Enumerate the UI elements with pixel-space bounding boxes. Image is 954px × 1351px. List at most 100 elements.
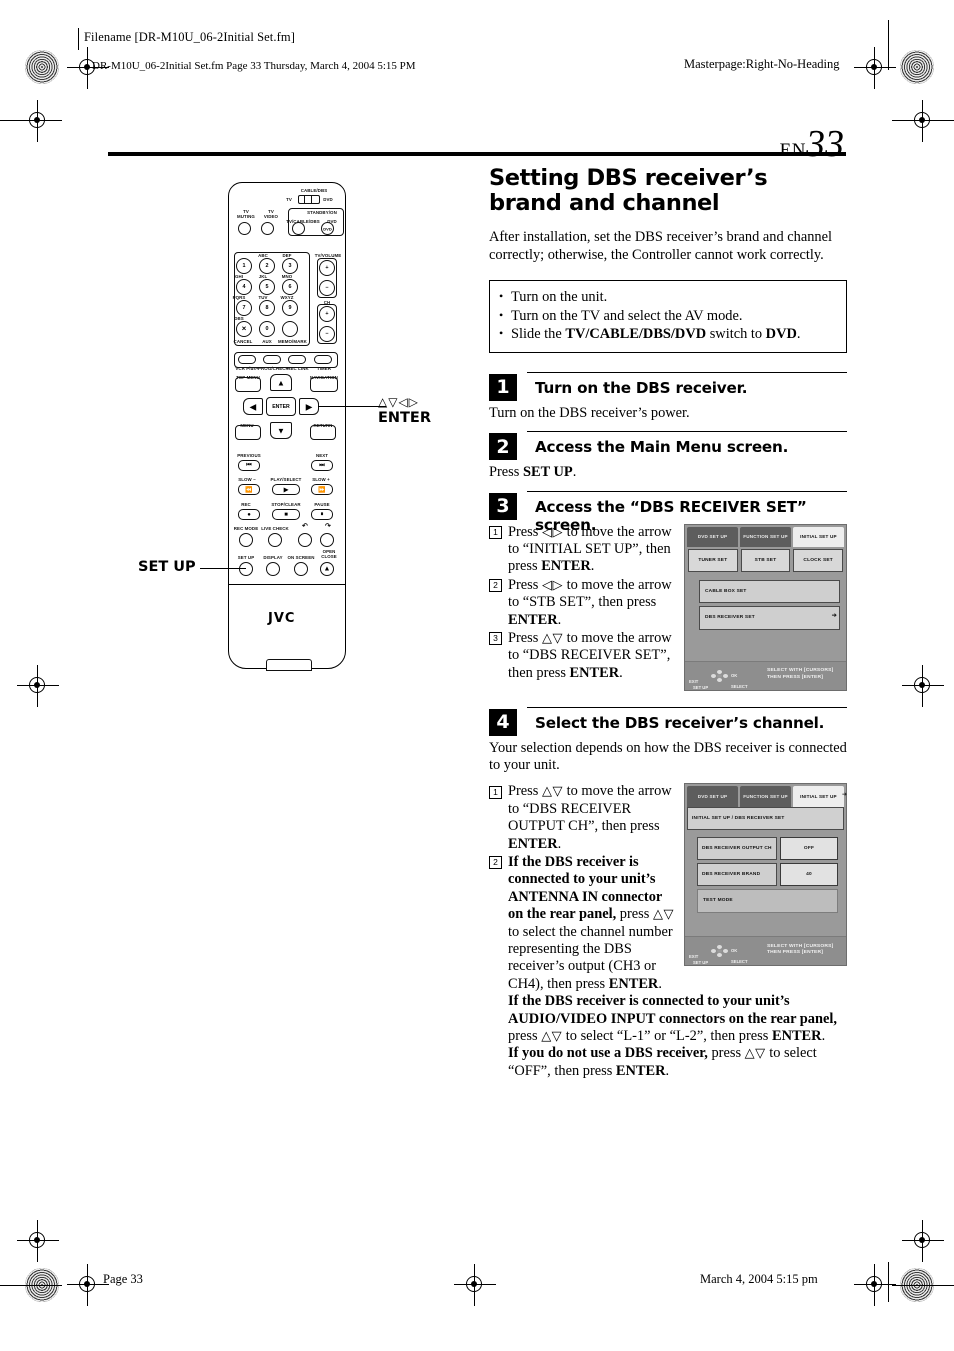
menu-label: MENU (240, 423, 254, 428)
prerequisite-emphasis: DVD (674, 326, 707, 343)
step-4-rule (527, 706, 847, 708)
tv-video-button[interactable] (261, 222, 274, 235)
registration-mark-bottom-left (67, 1264, 109, 1306)
switch-knob[interactable] (304, 196, 312, 203)
on-screen-button[interactable] (294, 562, 308, 576)
memo-mark-key[interactable] (282, 321, 298, 337)
step-3-substep-3: 3 Press △▽ to move the arrow to “DBS REC… (489, 630, 847, 682)
step-3-substep-1: 1 Press ◁▷ to move the arrow to “INITIAL… (489, 524, 847, 576)
step-4-substeps: 1 Press △▽ to move the arrow to “DBS REC… (489, 783, 847, 1080)
footer-vertical-rule (888, 1262, 889, 1302)
live-check-button[interactable] (268, 533, 282, 547)
rec-button[interactable]: ● (238, 509, 260, 520)
enter-callout-leader (318, 406, 386, 408)
prerequisite-item: Slide the TV/CABLE/DBS/DVD switch to DVD… (499, 324, 837, 344)
enter-button[interactable]: ENTER (266, 397, 296, 416)
cursor-right-button[interactable]: ▶ (299, 398, 319, 415)
play-select-button[interactable]: ▶ (272, 484, 300, 495)
key-4[interactable]: 4 (236, 279, 252, 295)
pause-label: PAUSE (314, 502, 330, 507)
slow-minus-label: SLOW − (238, 477, 256, 482)
pause-button[interactable]: ⏸ (311, 509, 333, 520)
key-8[interactable]: 8 (259, 300, 275, 316)
step-4-av-condition: If the DBS receiver is connected to your… (508, 993, 837, 1027)
step-2-rule (527, 431, 847, 433)
title-rule (108, 152, 846, 156)
stop-clear-button[interactable]: ■ (272, 509, 300, 520)
key-0[interactable]: 0 (259, 321, 275, 337)
key-7[interactable]: 7 (236, 300, 252, 316)
next-button[interactable]: ⏭ (311, 460, 333, 471)
jvc-logo: JVC (268, 611, 296, 626)
cursor-up-button[interactable]: ▲ (270, 374, 292, 391)
key-letters-jkl: JKL (258, 274, 268, 279)
vcr-plus-button[interactable] (238, 355, 256, 364)
step-4: 4 Select the DBS receiver’s channel. You… (489, 706, 847, 1082)
tv-volume-down-button[interactable]: − (319, 280, 335, 296)
registration-mark-mid-right (902, 665, 944, 707)
step-4-body: Your selection depends on how the DBS re… (489, 740, 847, 1082)
enter-callout-label: ENTER (378, 410, 432, 426)
footer-crop-line-right (892, 1285, 954, 1286)
tv-cable-dbs-standby-button[interactable] (292, 222, 305, 235)
registration-mark-mid-left (17, 665, 59, 707)
enter-callout: △▽◁▷ ENTER (378, 394, 431, 426)
key-1[interactable]: 1 (236, 258, 252, 274)
display-label: DISPLAY (263, 555, 283, 560)
tv-volume-up-button[interactable]: + (319, 260, 335, 276)
footer-date-label: March 4, 2004 5:15 pm (700, 1272, 818, 1286)
ch-up-button[interactable]: + (319, 306, 335, 322)
jump-back-button[interactable] (298, 533, 312, 547)
step-1-title: Turn on the DBS receiver. (535, 378, 748, 397)
language-code: EN (779, 140, 806, 161)
ch-down-button[interactable]: − (319, 326, 335, 342)
tv-muting-button[interactable] (238, 222, 251, 235)
up-down-arrows-icon: △▽ (541, 1029, 563, 1044)
step-4-enter-key-2: ENTER (608, 975, 659, 992)
key-3[interactable]: 3 (282, 258, 298, 274)
registration-mark-lower-left (17, 1220, 59, 1262)
prerequisites-list: Turn on the unit.Turn on the TV and sele… (499, 287, 837, 344)
rec-mode-button[interactable] (239, 533, 253, 547)
cancel-key[interactable]: ✕ (236, 321, 252, 337)
previous-button[interactable]: ⏮ (238, 460, 260, 471)
jump-forward-icon: ↷ (325, 523, 331, 530)
crop-line-top-right (892, 120, 954, 121)
step-4-number: 4 (489, 708, 517, 736)
jump-forward-button[interactable] (320, 533, 334, 547)
cursor-left-icon: ◀ (249, 402, 257, 411)
key-6[interactable]: 6 (282, 279, 298, 295)
step-2-key: SET UP (522, 464, 573, 481)
key-letters-abc: ABC (258, 253, 268, 258)
cursor-up-icon: ▲ (277, 378, 285, 387)
enter-button-label: ENTER (272, 403, 290, 410)
key-2[interactable]: 2 (259, 258, 275, 274)
left-right-arrows-icon: ◁▷ (541, 524, 563, 540)
step-1: 1 Turn on the DBS receiver. Turn on the … (489, 371, 847, 422)
rewind-button[interactable]: ⏪ (238, 484, 260, 495)
prog-check-button[interactable] (263, 355, 281, 364)
step-4-enter-key-1: ENTER (508, 835, 558, 852)
dvd-standby-button[interactable]: DVD (321, 222, 334, 235)
step-3-substeps: 1 Press ◁▷ to move the arrow to “INITIAL… (489, 524, 847, 683)
up-down-arrows-icon: △▽ (744, 1046, 766, 1062)
open-close-button[interactable]: ▲ (320, 562, 334, 576)
timer-button[interactable] (314, 355, 332, 364)
remote-bottom-notch (266, 659, 312, 671)
fast-forward-button[interactable]: ⏩ (311, 484, 333, 495)
switch-title-label: CABLE/DBS (300, 188, 328, 193)
step-4-enter-key-4: ENTER (615, 1062, 666, 1079)
aux-label: AUX (262, 339, 272, 344)
display-button[interactable] (266, 562, 280, 576)
cursor-left-button[interactable]: ◀ (243, 398, 263, 415)
rec-link-button[interactable] (288, 355, 306, 364)
key-letters-tuv: TUV (258, 295, 268, 300)
cursor-down-button[interactable]: ▼ (270, 422, 292, 439)
step-1-body: Turn on the DBS receiver’s power. (489, 405, 847, 422)
masterpage-label: Masterpage:Right-No-Heading (684, 57, 840, 71)
key-5[interactable]: 5 (259, 279, 275, 295)
key-9[interactable]: 9 (282, 300, 298, 316)
registration-mark-top-right (854, 47, 896, 89)
halftone-dot-mark-top-left (25, 50, 59, 84)
registration-mark-lower-right (902, 1220, 944, 1262)
